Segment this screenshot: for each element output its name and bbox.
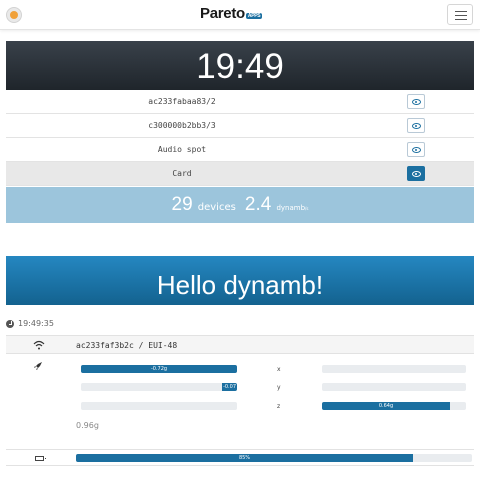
axis-z-label: z <box>277 403 281 410</box>
brand-title[interactable]: Pareto APPS <box>200 5 263 22</box>
clock-display: 19:49 <box>6 41 474 90</box>
view-device-button[interactable] <box>407 118 425 133</box>
wifi-icon <box>33 340 45 350</box>
stats-bar: 29 devices 2.4 dynamb/s <box>6 187 474 223</box>
device-row[interactable]: c300000b2bb3/3 <box>6 114 474 138</box>
accel-z-value: 0.64g <box>378 403 394 409</box>
accel-x-bar: -0.72g <box>81 365 237 373</box>
accel-y-bar: -0.07 <box>81 383 237 391</box>
top-navbar: Pareto APPS <box>0 0 480 30</box>
accel-y-value: -0.07 <box>223 384 236 390</box>
acceleration-magnitude: 0.96g <box>76 421 99 430</box>
device-id: ac233faf3b2c / EUI-48 <box>76 341 178 350</box>
clock-icon <box>6 320 14 328</box>
dynamb-unit: /s <box>305 206 309 211</box>
device-label: Audio spot <box>157 145 207 154</box>
accel-x-value: -0.72g <box>150 366 168 372</box>
app-logo-icon[interactable] <box>6 7 22 23</box>
hello-banner: Hello dynamb! <box>6 256 474 305</box>
hamburger-menu-button[interactable] <box>447 4 473 25</box>
device-row-selected[interactable]: Card <box>6 162 474 186</box>
device-row[interactable]: Audio spot <box>6 138 474 162</box>
accel-z-bar: 0.64g <box>322 402 466 410</box>
view-device-button[interactable] <box>407 142 425 157</box>
eye-icon <box>412 147 421 153</box>
battery-icon <box>35 456 46 461</box>
timestamp: 19:49:35 <box>18 319 54 328</box>
battery-row: 85% <box>6 449 474 466</box>
accel-y-positive-bar <box>322 383 466 391</box>
rocket-icon <box>34 362 42 370</box>
eye-icon <box>412 171 421 177</box>
dynamb-label: dynamb <box>276 204 306 212</box>
device-label: c300000b2bb3/3 <box>148 121 216 130</box>
dynamb-rate: 2.4 <box>244 194 272 215</box>
axis-x-label: x <box>277 366 281 373</box>
hamburger-line <box>455 19 467 20</box>
brand-subtitle: APPS <box>245 13 263 19</box>
device-label: Card <box>172 169 192 178</box>
hamburger-line <box>455 15 467 16</box>
battery-bar: 85% <box>76 454 472 462</box>
devices-label: devices <box>197 202 236 213</box>
view-device-button[interactable] <box>407 166 425 181</box>
accel-x-positive-bar <box>322 365 466 373</box>
devices-count: 29 <box>171 194 193 215</box>
accel-z-negative-bar <box>81 402 237 410</box>
device-label: ac233fabaa83/2 <box>148 97 216 106</box>
eye-icon <box>412 123 421 129</box>
battery-percent: 85% <box>238 455 251 461</box>
hamburger-line <box>455 11 467 12</box>
device-row[interactable]: ac233fabaa83/2 <box>6 90 474 114</box>
device-id-row: ac233faf3b2c / EUI-48 <box>6 335 474 354</box>
view-device-button[interactable] <box>407 94 425 109</box>
axis-y-label: y <box>277 384 281 391</box>
eye-icon <box>412 99 421 105</box>
